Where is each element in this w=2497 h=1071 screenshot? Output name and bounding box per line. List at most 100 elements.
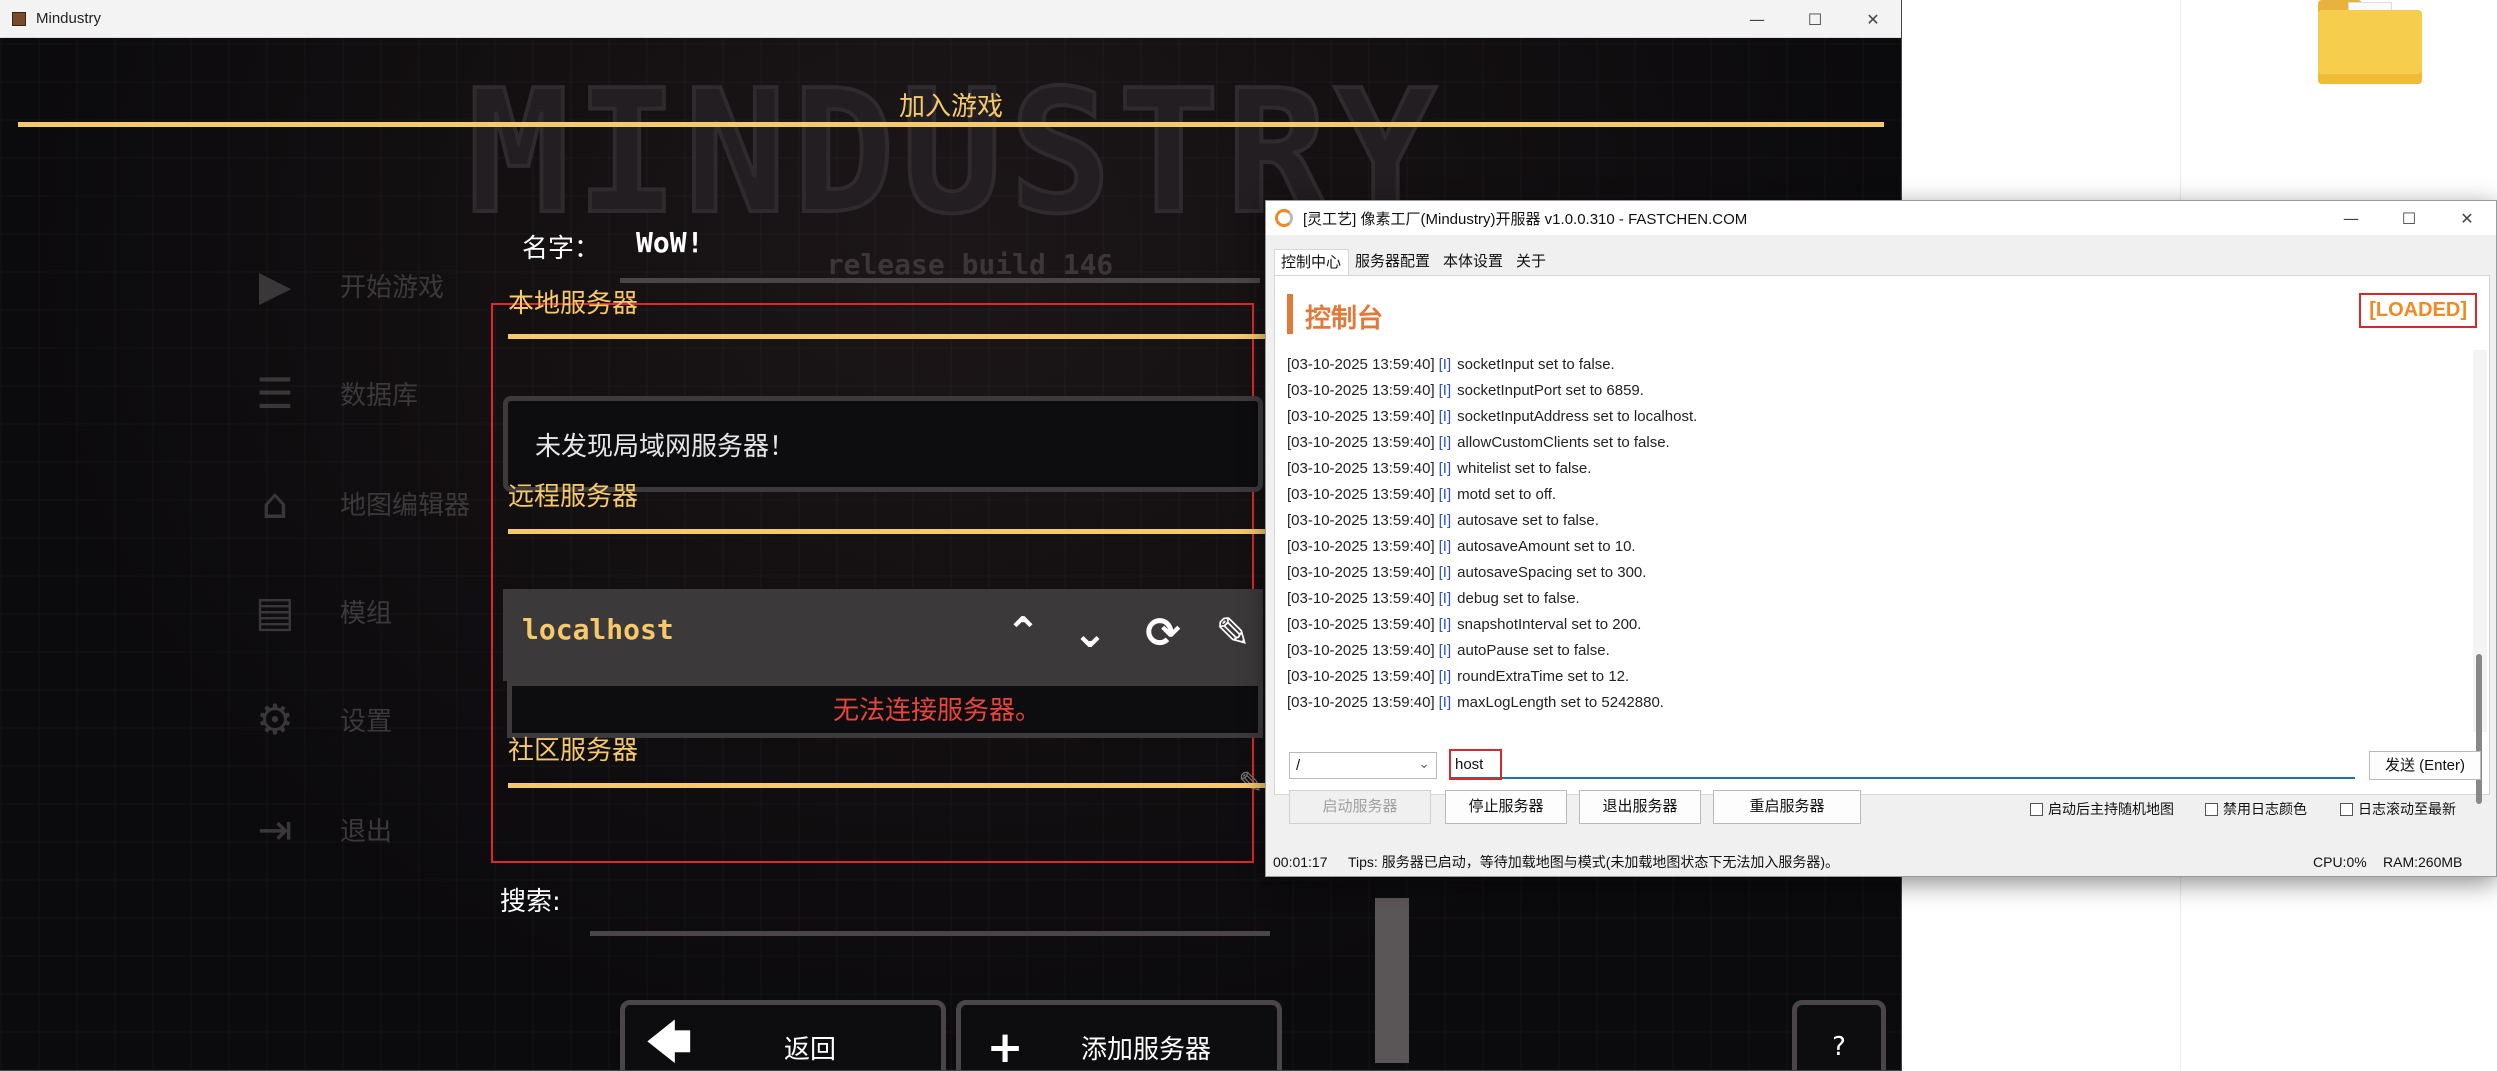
log-timestamp: [03-10-2025 13:59:40] <box>1287 512 1435 529</box>
menu-label: 模组 <box>340 598 393 629</box>
tab-server-config[interactable]: 服务器配置 <box>1349 249 1437 275</box>
console-window-title: [灵工艺] 像素工厂(Mindustry)开服器 v1.0.0.310 - FA… <box>1303 210 1748 228</box>
log-message: autosaveAmount set to 10. <box>1457 538 1636 555</box>
log-timestamp: [03-10-2025 13:59:40] <box>1287 590 1435 607</box>
start-server-button[interactable]: 启动服务器 <box>1289 790 1431 824</box>
checkbox-box[interactable] <box>2340 802 2353 816</box>
checkbox-label: 启动后主持随机地图 <box>2048 801 2174 817</box>
restart-server-button[interactable]: 重启服务器 <box>1713 790 1861 824</box>
menu-label: 退出 <box>340 816 393 847</box>
help-label: ? <box>1832 1032 1846 1062</box>
log-message: autosaveSpacing set to 300. <box>1457 564 1647 581</box>
log-line: [03-10-2025 13:59:40] [I] autosaveSpacing … <box>1287 560 2472 586</box>
checkbox-label: 日志滚动至最新 <box>2358 801 2456 817</box>
menu-map-editor[interactable]: ⌂ 地图编辑器 <box>250 478 470 528</box>
chevron-up-icon[interactable]: ⌃ <box>998 604 1048 660</box>
log-timestamp: [03-10-2025 13:59:40] <box>1287 694 1435 711</box>
status-bar: 00:01:17 Tips: 服务器已启动，等待加载地图与模式(未加载地图状态下… <box>1266 848 2496 876</box>
folder-icon[interactable] <box>2318 0 2422 84</box>
menu-play[interactable]: ▶ 开始游戏 <box>250 260 444 310</box>
server-list-highlight <box>491 303 1254 863</box>
send-button[interactable]: 发送 (Enter) <box>2369 751 2481 780</box>
pencil-icon[interactable]: ✎ <box>1208 604 1258 660</box>
stop-server-button[interactable]: 停止服务器 <box>1445 790 1567 824</box>
command-prefix-select[interactable]: / ⌄ <box>1289 752 1437 779</box>
log-line: [03-10-2025 13:59:40] [I] allowCustomClien… <box>1287 430 2472 456</box>
log-timestamp: [03-10-2025 13:59:40] <box>1287 616 1435 633</box>
menu-exit[interactable]: ⇥ 退出 <box>250 804 392 854</box>
menu-database[interactable]: ☰ 数据库 <box>250 368 418 418</box>
name-label: 名字： <box>522 234 601 264</box>
remote-servers-divider <box>508 529 1268 534</box>
menu-settings[interactable]: ⚙ 设置 <box>250 694 392 744</box>
back-button[interactable]: 🡄 返回 <box>620 1000 946 1070</box>
close-button[interactable]: ✕ <box>2438 201 2496 235</box>
mindustry-window-title: Mindustry <box>36 10 102 27</box>
help-button[interactable]: ? <box>1792 1000 1886 1070</box>
log-level: [I] <box>1438 616 1452 633</box>
autoscroll-checkbox[interactable]: 日志滚动至最新 <box>2340 799 2456 819</box>
status-tips: Tips: 服务器已启动，等待加载地图与模式(未加载地图状态下无法加入服务器)。 <box>1348 854 1840 870</box>
log-message: socketInputPort set to 6859. <box>1457 382 1644 399</box>
log-level: [I] <box>1438 642 1452 659</box>
chevron-down-icon[interactable]: ⌄ <box>1065 604 1115 660</box>
add-server-button[interactable]: + 添加服务器 <box>956 1000 1282 1071</box>
play-icon: ▶ <box>258 260 292 310</box>
menu-label: 开始游戏 <box>340 272 445 303</box>
exit-icon: ⇥ <box>257 804 293 854</box>
app-logo-icon <box>1275 209 1293 227</box>
menu-label: 数据库 <box>340 380 419 411</box>
log-level: [I] <box>1438 590 1452 607</box>
name-field[interactable]: WoW! <box>636 226 703 259</box>
log-line: [03-10-2025 13:59:40] [I] motd set to off. <box>1287 482 2472 508</box>
search-label: 搜索: <box>500 887 561 917</box>
server-console-window: [灵工艺] 像素工厂(Mindustry)开服器 v1.0.0.310 - FA… <box>1265 200 2497 877</box>
remote-servers-title: 远程服务器 <box>508 482 639 512</box>
maximize-button[interactable]: ☐ <box>1786 0 1844 38</box>
minimize-button[interactable]: — <box>2322 201 2380 235</box>
log-message: autoPause set to false. <box>1457 642 1610 659</box>
menu-mods[interactable]: ▤ 模组 <box>250 586 392 636</box>
log-scrollbar[interactable] <box>2473 350 2487 804</box>
name-underline <box>620 278 1260 283</box>
refresh-icon[interactable]: ⟳ <box>1138 604 1188 660</box>
log-message: allowCustomClients set to false. <box>1457 434 1670 451</box>
log-message: whitelist set to false. <box>1457 460 1592 477</box>
mindustry-app-icon <box>12 11 26 26</box>
log-timestamp: [03-10-2025 13:59:40] <box>1287 434 1435 451</box>
ram-usage: RAM:260MB <box>2383 854 2463 870</box>
maximize-button[interactable]: ☐ <box>2380 201 2438 235</box>
checkbox-box[interactable] <box>2030 802 2043 816</box>
log-output[interactable]: [03-10-2025 13:59:40] [I] socketInput set … <box>1279 350 2472 730</box>
log-line: [03-10-2025 13:59:40] [I] autosave set to … <box>1287 508 2472 534</box>
command-input[interactable] <box>1451 752 2355 779</box>
log-timestamp: [03-10-2025 13:59:40] <box>1287 382 1435 399</box>
lan-empty-text: 未发现局域网服务器！ <box>535 432 796 462</box>
log-line: [03-10-2025 13:59:40] [I] socketInputAddre… <box>1287 404 2472 430</box>
log-level: [I] <box>1438 408 1452 425</box>
tab-control-center[interactable]: 控制中心 <box>1274 249 1350 275</box>
tab-about[interactable]: 关于 <box>1510 249 1553 275</box>
log-line: [03-10-2025 13:59:40] [I] debug set to fal… <box>1287 586 2472 612</box>
close-button[interactable]: ✕ <box>1844 0 1901 38</box>
community-servers-divider <box>508 783 1268 788</box>
plus-icon: + <box>986 1021 1024 1071</box>
random-map-checkbox[interactable]: 启动后主持随机地图 <box>2030 799 2174 819</box>
minimize-button[interactable]: — <box>1728 0 1786 38</box>
log-scroll-thumb[interactable] <box>2476 654 2482 804</box>
scrollbar-decor <box>1375 898 1409 1063</box>
disable-log-color-checkbox[interactable]: 禁用日志颜色 <box>2205 799 2307 819</box>
log-timestamp: [03-10-2025 13:59:40] <box>1287 408 1435 425</box>
list-icon: ☰ <box>256 368 294 418</box>
search-input[interactable] <box>590 931 1270 936</box>
exit-server-button[interactable]: 退出服务器 <box>1579 790 1701 824</box>
control-center-panel: 控制台 [LOADED] [03-10-2025 13:59:40] [I] soc… <box>1274 275 2490 824</box>
log-timestamp: [03-10-2025 13:59:40] <box>1287 564 1435 581</box>
tab-game-settings[interactable]: 本体设置 <box>1437 249 1510 275</box>
checkbox-box[interactable] <box>2205 802 2218 816</box>
book-icon: ▤ <box>255 586 295 636</box>
console-title: 控制台 <box>1305 303 1384 333</box>
local-servers-divider <box>508 334 1268 339</box>
log-line: [03-10-2025 13:59:40] [I] whitelist set to… <box>1287 456 2472 482</box>
log-level: [I] <box>1438 512 1452 529</box>
